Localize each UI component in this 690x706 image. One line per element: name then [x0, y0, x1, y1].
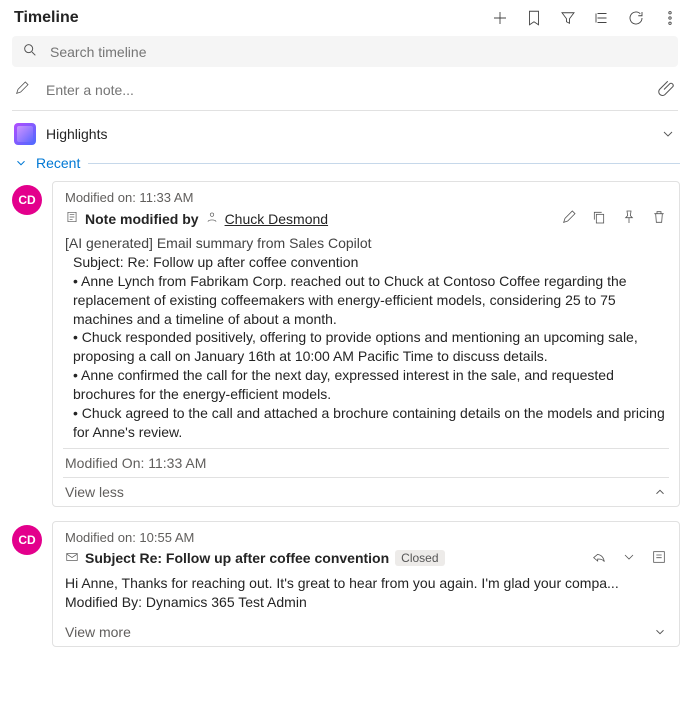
subject-line: Subject: Re: Follow up after coffee conv… — [65, 253, 667, 272]
open-record-icon[interactable] — [651, 549, 667, 568]
recent-label: Recent — [36, 155, 80, 171]
status-badge: Closed — [395, 550, 444, 566]
highlights-label: Highlights — [46, 126, 107, 142]
ai-header: [AI generated] Email summary from Sales … — [65, 234, 667, 253]
add-icon[interactable] — [490, 8, 510, 28]
reply-icon[interactable] — [591, 549, 607, 568]
sort-icon[interactable] — [592, 8, 612, 28]
note-entry[interactable] — [12, 71, 678, 111]
header-actions — [490, 8, 680, 28]
chevron-down-icon[interactable] — [14, 156, 28, 170]
delete-icon[interactable] — [651, 209, 667, 228]
divider — [63, 477, 669, 478]
chevron-down-icon[interactable] — [660, 126, 676, 142]
timeline-card: Modified on: 10:55 AM Subject Re: Follow… — [52, 521, 680, 647]
view-more-button[interactable]: View more — [65, 624, 667, 640]
copilot-icon — [14, 123, 36, 145]
avatar: CD — [12, 525, 42, 555]
note-icon — [65, 210, 79, 227]
modified-by: Modified By: Dynamics 365 Test Admin — [65, 593, 667, 612]
highlights-row[interactable]: Highlights — [12, 117, 678, 151]
timeline-item: CD Modified on: 11:33 AM Note modified b… — [12, 181, 680, 507]
bullet: • Chuck responded positively, offering t… — [65, 328, 667, 366]
divider — [63, 448, 669, 449]
bookmark-icon[interactable] — [524, 8, 544, 28]
view-less-button[interactable]: View less — [65, 484, 667, 500]
recent-header[interactable]: Recent — [14, 155, 680, 171]
note-input[interactable] — [44, 81, 644, 99]
email-icon — [65, 550, 79, 567]
divider — [88, 163, 680, 164]
view-less-label: View less — [65, 484, 124, 500]
email-preview: Hi Anne, Thanks for reaching out. It's g… — [65, 574, 667, 593]
avatar: CD — [12, 185, 42, 215]
chevron-down-icon — [653, 625, 667, 639]
refresh-icon[interactable] — [626, 8, 646, 28]
view-more-label: View more — [65, 624, 131, 640]
search-input[interactable] — [48, 43, 668, 61]
filter-icon[interactable] — [558, 8, 578, 28]
action-label: Note modified by — [85, 211, 199, 227]
pencil-icon — [14, 80, 30, 99]
modified-on: Modified on: 10:55 AM — [65, 530, 667, 545]
bullet: • Chuck agreed to the call and attached … — [65, 404, 667, 442]
card-actions — [591, 549, 667, 568]
edit-icon[interactable] — [561, 209, 577, 228]
more-icon[interactable] — [660, 8, 680, 28]
copy-icon[interactable] — [591, 209, 607, 228]
chevron-down-icon[interactable] — [621, 549, 637, 568]
chevron-up-icon — [653, 485, 667, 499]
bullet: • Anne Lynch from Fabrikam Corp. reached… — [65, 272, 667, 329]
author-link[interactable]: Chuck Desmond — [225, 211, 329, 227]
pin-icon[interactable] — [621, 209, 637, 228]
modified-on-bottom: Modified On: 11:33 AM — [65, 455, 667, 471]
search-bar[interactable] — [12, 36, 678, 67]
search-icon — [22, 42, 38, 61]
modified-on: Modified on: 11:33 AM — [65, 190, 667, 205]
timeline-item: CD Modified on: 10:55 AM Subject Re: Fol… — [12, 521, 680, 647]
subject-label: Subject Re: Follow up after coffee conve… — [85, 550, 389, 566]
timeline-card: Modified on: 11:33 AM Note modified by C… — [52, 181, 680, 507]
bullet: • Anne confirmed the call for the next d… — [65, 366, 667, 404]
attachment-icon[interactable] — [658, 79, 676, 100]
person-icon — [205, 210, 219, 227]
page-title: Timeline — [14, 9, 79, 27]
card-actions — [561, 209, 667, 228]
